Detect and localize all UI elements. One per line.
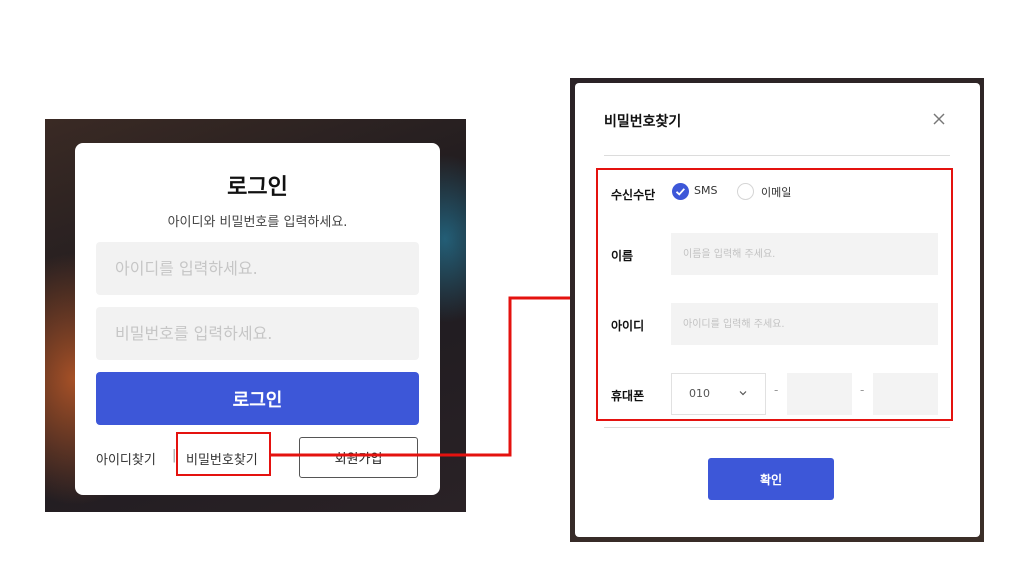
- confirm-button[interactable]: 확인: [708, 458, 834, 500]
- divider: [604, 155, 950, 156]
- form-highlight: [596, 168, 953, 421]
- close-icon[interactable]: [930, 110, 948, 128]
- modal-title: 비밀번호찾기: [604, 114, 682, 130]
- divider: [604, 427, 950, 428]
